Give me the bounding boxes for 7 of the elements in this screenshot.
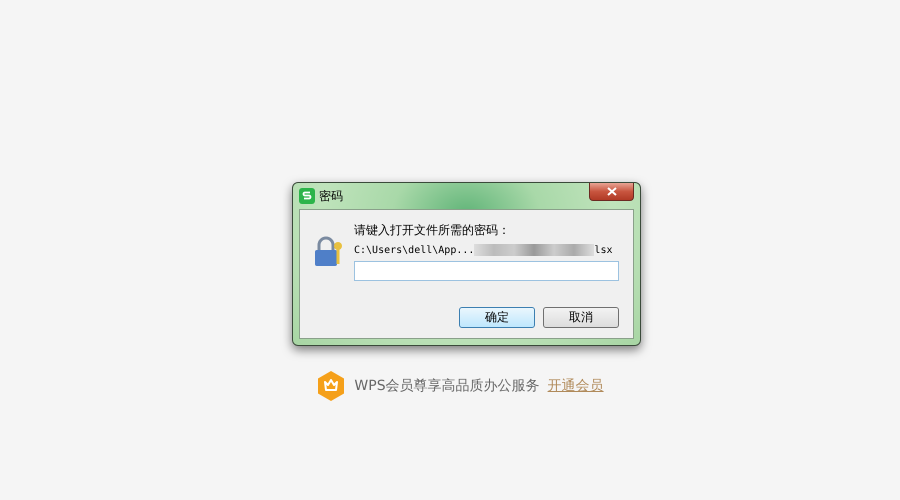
ok-button[interactable]: 确定: [459, 307, 535, 328]
window-title: 密码: [319, 188, 343, 204]
file-path: C:\Users\dell\App...: [354, 244, 474, 256]
file-extension: lsx: [594, 244, 612, 256]
membership-promo-text: WPS会员尊享高品质办公服务: [354, 377, 540, 395]
cancel-button[interactable]: 取消: [543, 307, 619, 328]
password-prompt: 请键入打开文件所需的密码：: [354, 222, 511, 239]
